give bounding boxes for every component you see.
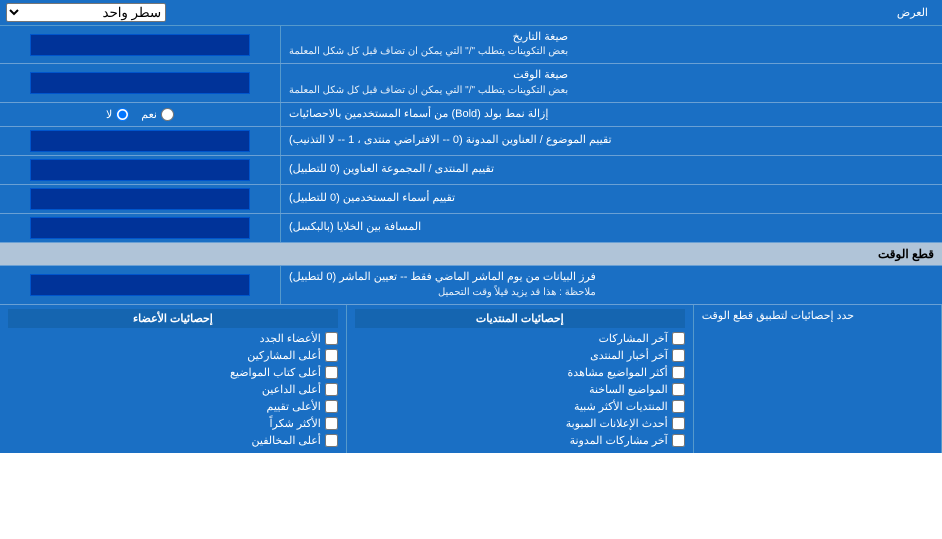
date-format-row: صيغة التاريخ بعض التكوينات يتطلب "/" الت…	[0, 26, 942, 64]
stats-posts-cb-6[interactable]	[672, 434, 685, 447]
stats-members-header: إحصائيات الأعضاء	[8, 309, 338, 328]
users-sort-label: تقييم أسماء المستخدمين (0 للتطبيل)	[280, 185, 942, 213]
stats-members-item-6: أعلى المخالفين	[8, 432, 338, 449]
stats-posts-item-4: المنتديات الأكثر شبية	[355, 398, 685, 415]
bold-remove-row: إزالة نمط بولد (Bold) من أسماء المستخدمي…	[0, 103, 942, 127]
cell-gap-input-cell: 2	[0, 214, 280, 242]
stats-members-cb-2[interactable]	[325, 366, 338, 379]
forum-sort-input[interactable]: 33	[30, 159, 250, 181]
bottom-stats-area: حدد إحصائيات لتطبيق قطع الوقت إحصائيات ا…	[0, 305, 942, 453]
stats-posts-item-0: آخر المشاركات	[355, 330, 685, 347]
bold-yes-radio[interactable]	[161, 108, 174, 121]
cutoff-input-cell: 0	[0, 266, 280, 303]
cutoff-label: فرز البيانات من يوم الماشر الماضي فقط --…	[280, 266, 942, 303]
stats-members-col: إحصائيات الأعضاء الأعضاء الجدد أعلى المش…	[0, 305, 347, 453]
cutoff-section-header: قطع الوقت	[0, 243, 942, 266]
stats-posts-item-5: أحدث الإعلانات المبوبة	[355, 415, 685, 432]
stats-members-item-0: الأعضاء الجدد	[8, 330, 338, 347]
stats-members-item-3: أعلى الداعين	[8, 381, 338, 398]
stats-apply-label-cell: حدد إحصائيات لتطبيق قطع الوقت	[694, 305, 942, 453]
time-format-label: صيغة الوقت بعض التكوينات يتطلب "/" التي …	[280, 64, 942, 101]
stats-members-item-1: أعلى المشاركين	[8, 347, 338, 364]
display-select[interactable]: سطر واحد	[6, 3, 166, 22]
bold-no-radio[interactable]	[116, 108, 129, 121]
stats-columns: إحصائيات المنتديات آخر المشاركات آخر أخب…	[0, 305, 694, 453]
stats-posts-item-6: آخر مشاركات المدونة	[355, 432, 685, 449]
stats-members-cb-0[interactable]	[325, 332, 338, 345]
cell-gap-input[interactable]: 2	[30, 217, 250, 239]
stats-members-cb-4[interactable]	[325, 400, 338, 413]
stats-members-item-5: الأكثر شكراً	[8, 415, 338, 432]
stats-posts-cb-5[interactable]	[672, 417, 685, 430]
stats-posts-cb-1[interactable]	[672, 349, 685, 362]
stats-posts-col: إحصائيات المنتديات آخر المشاركات آخر أخب…	[347, 305, 694, 453]
stats-posts-cb-3[interactable]	[672, 383, 685, 396]
stats-members-cb-3[interactable]	[325, 383, 338, 396]
forum-sort-label: تقييم المنتدى / المجموعة العناوين (0 للت…	[280, 156, 942, 184]
top-label: العرض	[166, 6, 936, 19]
topics-sort-label: تقييم الموضوع / العناوين المدونة (0 -- ا…	[280, 127, 942, 155]
stats-posts-cb-2[interactable]	[672, 366, 685, 379]
top-row: العرض سطر واحد	[0, 0, 942, 26]
stats-members-cb-6[interactable]	[325, 434, 338, 447]
time-format-input[interactable]: H:i	[30, 72, 250, 94]
date-format-label: صيغة التاريخ بعض التكوينات يتطلب "/" الت…	[280, 26, 942, 63]
users-sort-input[interactable]: 0	[30, 188, 250, 210]
time-format-row: صيغة الوقت بعض التكوينات يتطلب "/" التي …	[0, 64, 942, 102]
stats-posts-item-2: أكثر المواضيع مشاهدة	[355, 364, 685, 381]
stats-members-cb-1[interactable]	[325, 349, 338, 362]
date-format-input-cell: d-m	[0, 26, 280, 63]
forum-sort-row: تقييم المنتدى / المجموعة العناوين (0 للت…	[0, 156, 942, 185]
stats-members-item-4: الأعلى تقييم	[8, 398, 338, 415]
topics-sort-input[interactable]: 33	[30, 130, 250, 152]
date-format-input[interactable]: d-m	[30, 34, 250, 56]
cell-gap-row: المسافة بين الخلايا (بالبكسل) 2	[0, 214, 942, 243]
cutoff-input[interactable]: 0	[30, 274, 250, 296]
bold-yes-label[interactable]: نعم	[141, 108, 174, 121]
stats-posts-header: إحصائيات المنتديات	[355, 309, 685, 328]
stats-members-cb-5[interactable]	[325, 417, 338, 430]
stats-posts-item-1: آخر أخبار المنتدى	[355, 347, 685, 364]
cutoff-row: فرز البيانات من يوم الماشر الماضي فقط --…	[0, 266, 942, 304]
bold-remove-label: إزالة نمط بولد (Bold) من أسماء المستخدمي…	[280, 103, 942, 126]
stats-posts-cb-4[interactable]	[672, 400, 685, 413]
stats-members-item-2: أعلى كتاب المواضيع	[8, 364, 338, 381]
topics-sort-input-cell: 33	[0, 127, 280, 155]
bold-remove-radio-cell: نعم لا	[0, 103, 280, 126]
stats-posts-item-3: المواضيع الساخنة	[355, 381, 685, 398]
bold-no-label[interactable]: لا	[106, 108, 129, 121]
cell-gap-label: المسافة بين الخلايا (بالبكسل)	[280, 214, 942, 242]
users-sort-input-cell: 0	[0, 185, 280, 213]
time-format-input-cell: H:i	[0, 64, 280, 101]
users-sort-row: تقييم أسماء المستخدمين (0 للتطبيل) 0	[0, 185, 942, 214]
topics-sort-row: تقييم الموضوع / العناوين المدونة (0 -- ا…	[0, 127, 942, 156]
stats-posts-cb-0[interactable]	[672, 332, 685, 345]
forum-sort-input-cell: 33	[0, 156, 280, 184]
